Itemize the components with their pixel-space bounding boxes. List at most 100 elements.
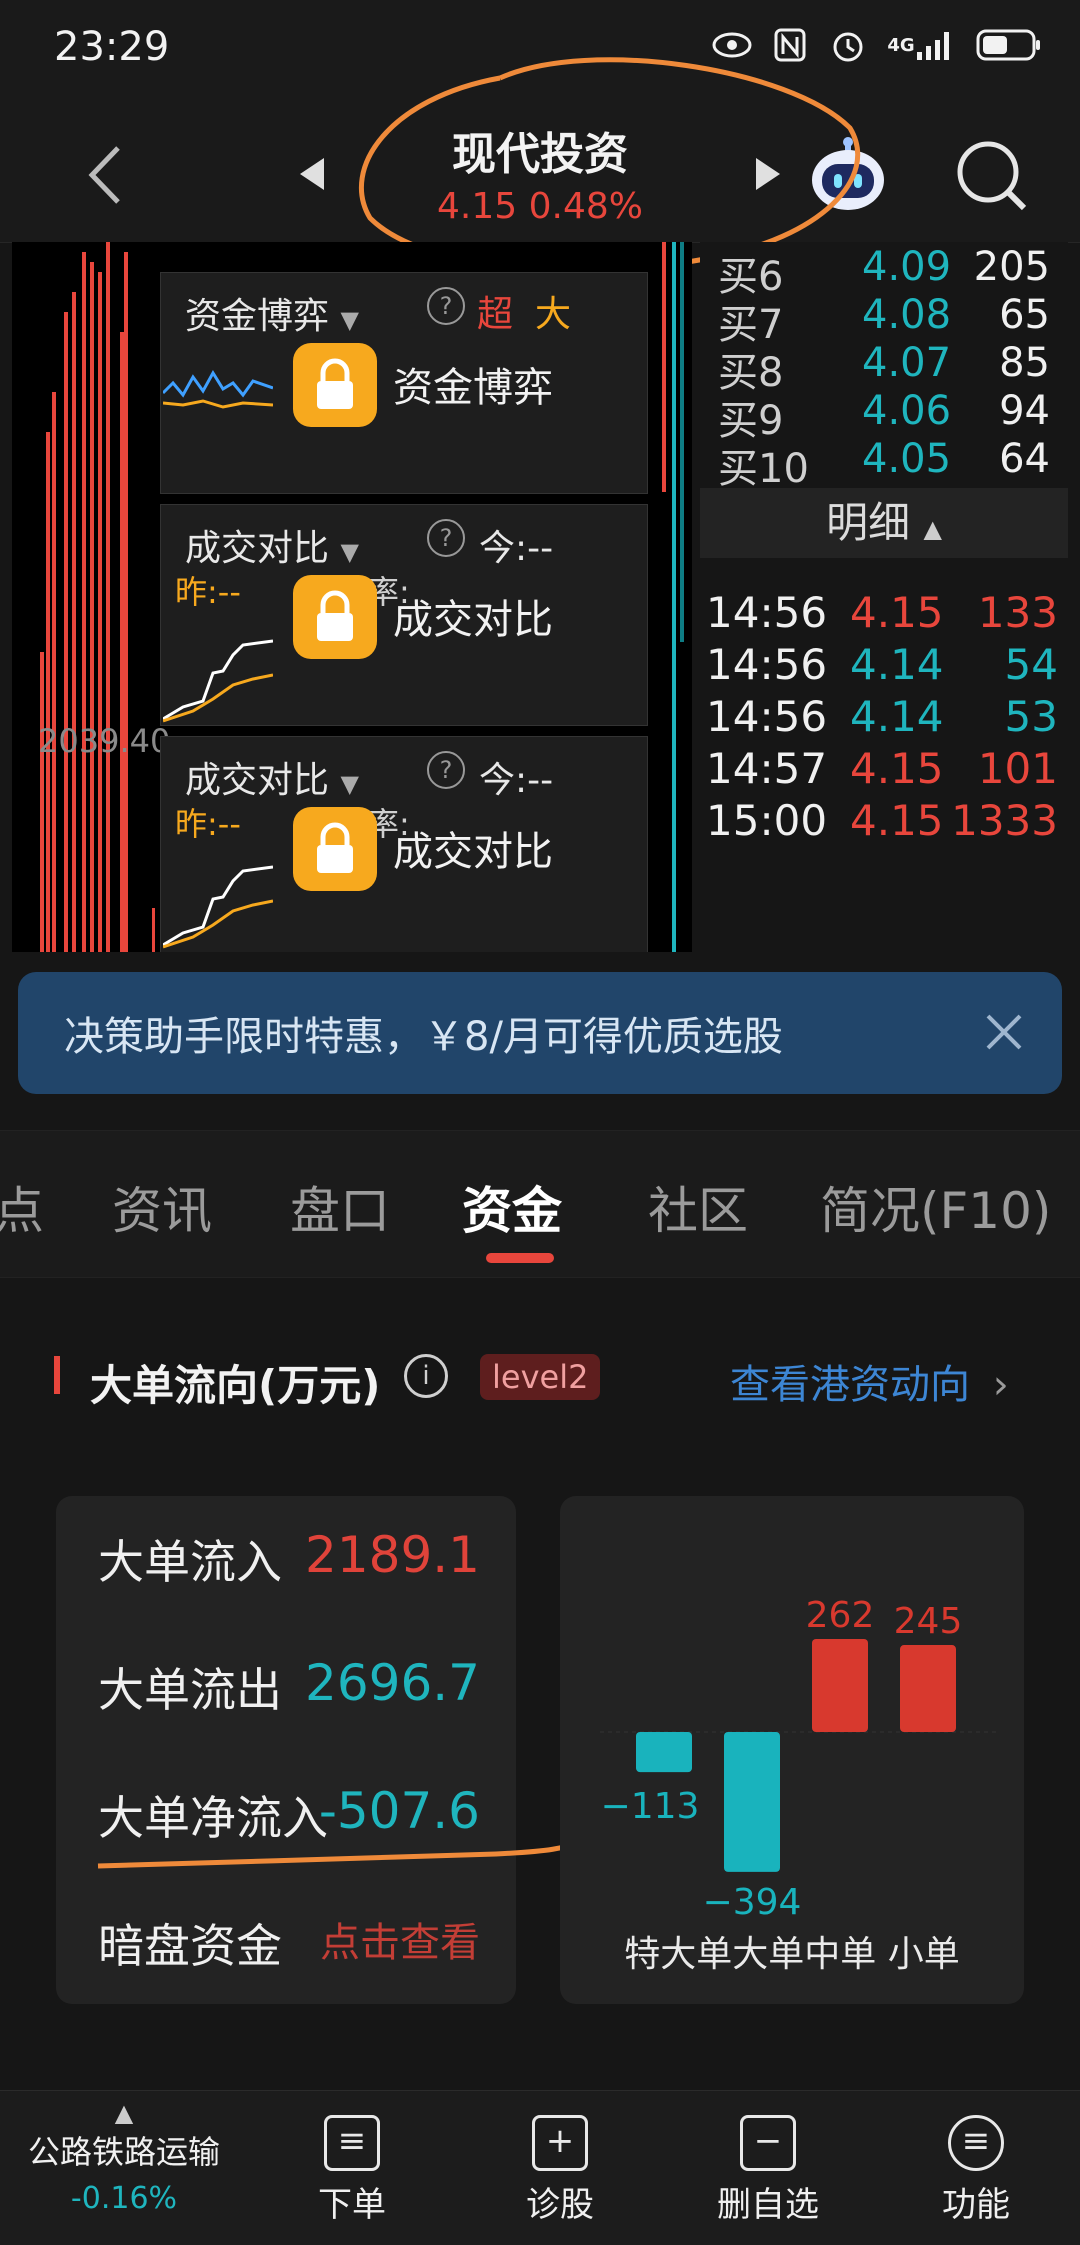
order-button[interactable]: ≡ 下单 bbox=[252, 2115, 452, 2226]
buy-level-row: 买6 4.09 205 bbox=[718, 244, 1058, 300]
volume-bar bbox=[52, 392, 56, 952]
help-icon[interactable]: ? bbox=[427, 751, 465, 789]
trade-volume: 53 bbox=[1004, 692, 1058, 741]
volume-compare-panel-2[interactable]: 成交对比 ▼ ? 今:-- 昨:-- 变化率: 成交对比 bbox=[160, 736, 648, 952]
panel-title[interactable]: 成交对比 ▼ bbox=[185, 519, 359, 571]
flow-label: 大单流出 bbox=[98, 1663, 282, 1717]
price-axis-label: 2039.40 bbox=[38, 722, 171, 760]
triangle-up-icon: ▲ bbox=[114, 2099, 134, 2127]
category-label: 中单 bbox=[804, 1934, 887, 1975]
flow-value: 2696.7 bbox=[305, 1654, 480, 1712]
diagnose-label: 诊股 bbox=[526, 2185, 594, 2225]
volume-bar bbox=[106, 242, 110, 952]
category-labels: 特大单大单中单 小单 bbox=[624, 1934, 960, 1975]
order-book: 买6 4.09 205 买7 4.08 65 买8 4.07 85 买9 4.06 94 买10 4.05… bbox=[700, 242, 1068, 952]
tab-community[interactable]: 社区 bbox=[648, 1171, 748, 1243]
buy-level-row: 买8 4.07 85 bbox=[718, 340, 1058, 396]
volume-compare-mini-chart bbox=[163, 865, 273, 949]
flow-row: 大单流入 2189.1 bbox=[98, 1526, 498, 1596]
diagnose-button[interactable]: + 诊股 bbox=[460, 2115, 660, 2226]
volume-compare-panel-1[interactable]: 成交对比 ▼ ? 今:-- 昨:-- 变化率: 成交对比 bbox=[160, 504, 648, 726]
flow-row[interactable]: 暗盘资金 点击查看 bbox=[98, 1910, 498, 1980]
clock: 23:29 bbox=[54, 24, 170, 70]
lock-label: 资金博弈 bbox=[393, 365, 553, 411]
signal-icon: 4G bbox=[886, 26, 956, 64]
trade-price: 4.14 bbox=[850, 692, 944, 741]
trade-price: 4.15 bbox=[850, 796, 944, 845]
trade-time: 15:00 bbox=[706, 796, 828, 845]
triangle-up-icon: ▲ bbox=[923, 515, 942, 543]
detail-title: 明细 bbox=[826, 498, 911, 547]
help-icon[interactable]: ? bbox=[427, 287, 465, 325]
category-label: 大单 bbox=[732, 1934, 804, 1975]
sector-change: -0.16% bbox=[70, 2181, 178, 2216]
chevron-right-icon: › bbox=[992, 1362, 1009, 1408]
lock-icon[interactable] bbox=[293, 343, 377, 427]
trade-price: 4.15 bbox=[850, 588, 944, 637]
hk-capital-link[interactable]: 查看港资动向 › bbox=[730, 1352, 1009, 1410]
promo-banner[interactable]: 决策助手限时特惠，￥8/月可得优质选股 bbox=[18, 972, 1062, 1094]
network-label: 4G bbox=[887, 34, 915, 56]
tab-orderbook[interactable]: 盘口 bbox=[290, 1171, 390, 1243]
order-icon: ≡ bbox=[324, 2115, 380, 2171]
stock-header: 现代投资 4.15 0.48% bbox=[0, 57, 1080, 273]
sector-button[interactable]: ▲ 公路铁路运输 -0.16% bbox=[24, 2099, 224, 2216]
menu-button[interactable]: ≡ 功能 bbox=[876, 2115, 1076, 2226]
bar-value-label: 262 bbox=[806, 1595, 875, 1636]
volume-bar bbox=[152, 908, 155, 952]
intraday-chart[interactable]: 2039.40 资金博弈 ▼ ? 超 大 资金博弈 成交对比 ▼ ? 今:-- … bbox=[12, 242, 692, 952]
section-title-text: 大单流向(万元) bbox=[90, 1361, 381, 1410]
bar-3 bbox=[900, 1645, 956, 1732]
bar-0 bbox=[636, 1732, 692, 1773]
tab-news[interactable]: 资讯 bbox=[112, 1171, 212, 1243]
info-icon[interactable]: i bbox=[404, 1354, 448, 1398]
trade-time: 14:56 bbox=[706, 588, 828, 637]
buy-level-price: 4.09 bbox=[862, 244, 952, 290]
volume-bar bbox=[672, 242, 676, 952]
trade-volume: 54 bbox=[1004, 640, 1058, 689]
buy-level-price: 4.08 bbox=[862, 292, 952, 338]
close-icon bbox=[986, 1014, 1022, 1050]
tab-profile[interactable]: 简况(F10) bbox=[820, 1171, 1051, 1243]
buy-level-volume: 85 bbox=[999, 340, 1050, 386]
volume-bar bbox=[40, 652, 44, 952]
tab-funds[interactable]: 资金 bbox=[462, 1171, 562, 1243]
trade-volume: 1333 bbox=[951, 796, 1058, 845]
panel-title-text: 成交对比 bbox=[185, 528, 330, 569]
lock-label: 成交对比 bbox=[393, 829, 553, 875]
help-icon[interactable]: ? bbox=[427, 519, 465, 557]
trade-row: 14:56 4.14 53 bbox=[706, 692, 1062, 752]
panel-title[interactable]: 资金博弈 ▼ bbox=[185, 287, 359, 339]
panel-title[interactable]: 成交对比 ▼ bbox=[185, 751, 359, 803]
flow-value: 2189.1 bbox=[305, 1526, 480, 1584]
sector-name: 公路铁路运输 bbox=[27, 2133, 220, 2171]
big-order-flow-card: 大单流入 2189.1 大单流出 2696.7 大单净流入 -507.6 暗盘资金 点击查看 bbox=[56, 1496, 516, 2004]
buy-level-row: 买10 4.05 64 bbox=[718, 436, 1058, 492]
order-size-bar-chart: −113 −394 262 245 特大单大单中单 小单 bbox=[560, 1496, 1024, 2004]
chevron-down-icon: ▼ bbox=[340, 306, 359, 334]
panel-title-text: 成交对比 bbox=[185, 760, 330, 801]
bottom-toolbar: ▲ 公路铁路运输 -0.16% ≡ 下单 + 诊股 − 删自选 ≡ 功能 bbox=[0, 2090, 1080, 2245]
buy-level-volume: 94 bbox=[999, 388, 1050, 434]
trade-price: 4.14 bbox=[850, 640, 944, 689]
bar-2 bbox=[812, 1638, 868, 1732]
chevron-down-icon: ▼ bbox=[340, 770, 359, 798]
trade-time: 14:56 bbox=[706, 640, 828, 689]
lock-icon[interactable] bbox=[293, 575, 377, 659]
order-label: 下单 bbox=[318, 2185, 386, 2225]
detail-header[interactable]: 明细 ▲ bbox=[700, 488, 1068, 558]
search-button[interactable] bbox=[954, 138, 1030, 218]
bar-value-label: −394 bbox=[703, 1882, 802, 1923]
yesterday-value: 昨:-- bbox=[175, 805, 241, 843]
capital-game-panel[interactable]: 资金博弈 ▼ ? 超 大 资金博弈 bbox=[160, 272, 648, 494]
trade-row: 14:56 4.15 133 bbox=[706, 588, 1062, 648]
bar-1 bbox=[724, 1732, 780, 1872]
remove-watchlist-button[interactable]: − 删自选 bbox=[668, 2115, 868, 2226]
trade-volume: 133 bbox=[977, 588, 1058, 637]
lock-icon[interactable] bbox=[293, 807, 377, 891]
tab-points[interactable]: 点 bbox=[0, 1171, 44, 1243]
volume-bar bbox=[124, 252, 128, 952]
category-label: 小单 bbox=[888, 1934, 960, 1975]
volume-compare-mini-chart bbox=[163, 639, 273, 723]
close-banner-button[interactable] bbox=[978, 1006, 1030, 1062]
